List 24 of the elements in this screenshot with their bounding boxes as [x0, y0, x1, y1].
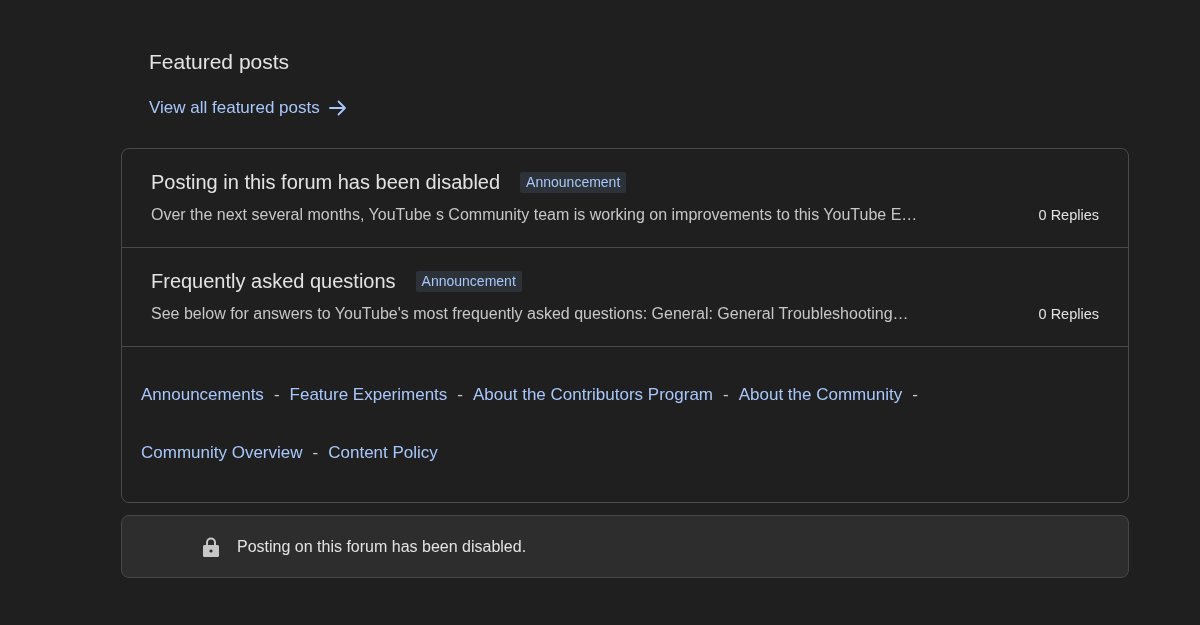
post-tag: Announcement — [520, 171, 627, 193]
footer-link[interactable]: Feature Experiments — [289, 383, 448, 407]
post-tag: Announcement — [415, 270, 522, 292]
view-all-link[interactable]: View all featured posts — [149, 96, 347, 120]
footer-link[interactable]: About the Community — [738, 383, 903, 407]
link-separator: - — [273, 384, 280, 406]
post-snippet: Over the next several months, YouTube s Community team is working on improvements to this YouTube E… — [151, 205, 918, 225]
post-title[interactable]: Posting in this forum has been disabled — [151, 169, 501, 195]
link-separator: - — [457, 384, 463, 406]
arrow-right-icon — [328, 100, 347, 116]
footer-link[interactable]: Community Overview — [141, 441, 303, 465]
notice-text: Posting on this forum has been disabled. — [237, 536, 527, 557]
lock-icon — [203, 536, 219, 557]
footer-link[interactable]: About the Contributors Program — [473, 383, 714, 407]
post-snippet: See below for answers to YouTube's most frequently asked questions: General: General Troubleshooting… — [151, 304, 909, 324]
footer-link[interactable]: Content Policy — [328, 441, 438, 465]
link-separator: - — [312, 442, 319, 464]
section-title: Featured posts — [149, 49, 290, 75]
reply-count: 0 Replies — [1038, 206, 1099, 225]
link-separator: - — [912, 384, 918, 406]
post-title[interactable]: Frequently asked questions — [151, 268, 396, 294]
footer-link[interactable]: Announcements — [141, 383, 264, 407]
link-separator: - — [723, 384, 729, 406]
reply-count: 0 Replies — [1038, 305, 1099, 324]
